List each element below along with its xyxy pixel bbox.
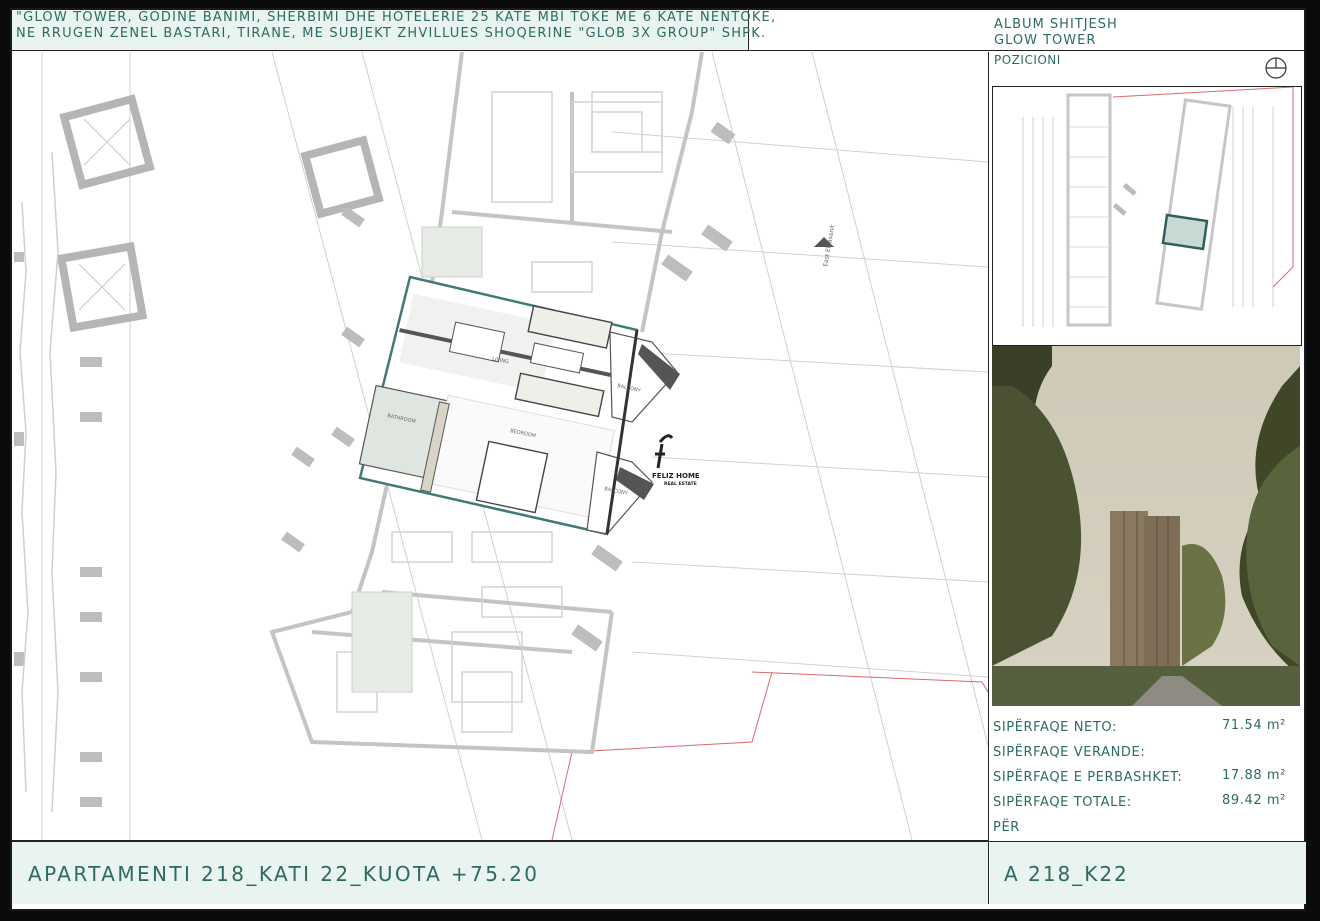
project-title-line-2: NE RRUGEN ZENEL BASTARI, TIRANE, ME SUBJ… bbox=[16, 26, 767, 41]
area-value-shared: 17.88 m² bbox=[1221, 768, 1286, 783]
album-title-block: ALBUM SHITJESH GLOW TOWER bbox=[748, 10, 1306, 51]
area-label-per: PËR bbox=[993, 820, 1020, 835]
area-row-neto: SIPËRFAQE NETO: 71.54 m² bbox=[990, 716, 1306, 741]
area-value-neto: 71.54 m² bbox=[1221, 718, 1286, 733]
key-plan bbox=[992, 86, 1302, 346]
tower-render bbox=[992, 346, 1300, 706]
area-row-shared: SIPËRFAQE E PERBASHKET: 17.88 m² bbox=[990, 766, 1306, 791]
watermark-subtitle: REAL ESTATE bbox=[664, 481, 697, 487]
album-subtitle: GLOW TOWER bbox=[994, 33, 1097, 48]
tower-render-image bbox=[992, 346, 1300, 706]
area-label-neto: SIPËRFAQE NETO: bbox=[993, 720, 1117, 735]
brand-watermark: FELIZ HOME REAL ESTATE bbox=[652, 434, 700, 487]
area-row-total: SIPËRFAQE TOTALE: 89.42 m² bbox=[990, 791, 1306, 816]
area-label-total: SIPËRFAQE TOTALE: bbox=[993, 795, 1132, 810]
apartment-code: A 218_K22 bbox=[1004, 862, 1129, 886]
area-row-veranda: SIPËRFAQE VERANDE: bbox=[990, 741, 1306, 766]
north-arrow-icon bbox=[1265, 57, 1287, 79]
position-label: POZICIONI bbox=[994, 53, 1061, 67]
area-label-veranda: SIPËRFAQE VERANDE: bbox=[993, 745, 1146, 760]
watermark-name: FELIZ HOME bbox=[652, 472, 700, 480]
area-value-total: 89.42 m² bbox=[1221, 793, 1286, 808]
apartment-footer: APARTAMENTI 218_KATI 22_KUOTA +75.20 bbox=[12, 842, 989, 904]
code-footer: A 218_K22 bbox=[990, 842, 1306, 904]
floor-plan: LIVING BEDROOM BATHROOM BALCONY BALCONY … bbox=[12, 52, 989, 841]
project-title-line-1: "GLOW TOWER, GODINE BANIMI, SHERBIMI DHE… bbox=[16, 10, 777, 25]
area-table: SIPËRFAQE NETO: 71.54 m² SIPËRFAQE VERAN… bbox=[990, 716, 1306, 841]
key-plan-drawing bbox=[1022, 87, 1294, 327]
side-panel: POZICIONI SIPËRFAQE NETO: 71.54 m² SIPËR… bbox=[990, 52, 1306, 840]
album-title: ALBUM SHITJESH bbox=[994, 17, 1118, 32]
area-label-shared: SIPËRFAQE E PERBASHKET: bbox=[993, 770, 1183, 785]
floor-plan-drawing: LIVING BEDROOM BATHROOM BALCONY BALCONY … bbox=[14, 52, 988, 840]
area-row-per: PËR bbox=[990, 816, 1306, 841]
project-title-block: "GLOW TOWER, GODINE BANIMI, SHERBIMI DHE… bbox=[12, 10, 777, 51]
apartment-label: APARTAMENTI 218_KATI 22_KUOTA +75.20 bbox=[28, 862, 540, 886]
